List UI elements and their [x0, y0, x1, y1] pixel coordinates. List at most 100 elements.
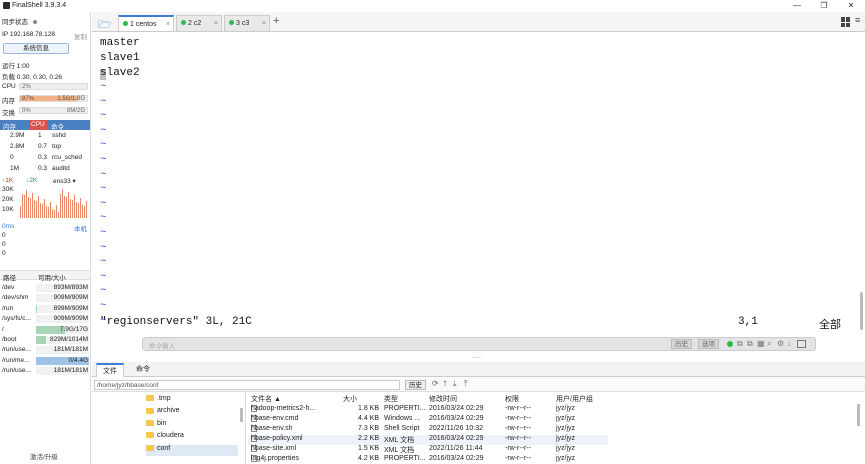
process-row[interactable]: 0 0.3 rcu_sched — [0, 154, 90, 164]
file-row[interactable]: hadoop-metrics2-h... 1.8 KB PROPERTI... 201… — [248, 405, 608, 415]
command-input[interactable]: 命令输入 — [149, 340, 175, 350]
net-traffic-bar — [34, 200, 35, 218]
col-name[interactable]: 文件名 ▲ — [251, 394, 281, 404]
close-window-button[interactable]: ✕ — [844, 1, 858, 11]
window-icon[interactable] — [797, 340, 806, 348]
options-button[interactable]: 选项 — [698, 339, 719, 349]
net-interface-select[interactable]: ens33 ▾ — [53, 177, 76, 185]
file-owner: jyz/jyz — [556, 435, 576, 442]
tree-folder[interactable]: bin — [146, 420, 238, 431]
upload-icon[interactable]: ⤒ — [464, 379, 468, 389]
proc-tab-mem[interactable]: 内存 — [3, 121, 16, 131]
tab-files[interactable]: 文件 — [96, 363, 124, 377]
file-size: 1.8 KB — [358, 405, 380, 412]
path-history-button[interactable]: 历史 — [405, 380, 426, 390]
file-modified: 2022/11/26 11:44 — [429, 445, 483, 452]
disk-size: 181M/181M — [53, 367, 88, 375]
process-row[interactable]: 2.9M 1 sshd — [0, 132, 90, 142]
disk-row[interactable]: /dev 893M/893M — [0, 283, 90, 293]
tab-session-3[interactable]: 3 c3 × — [224, 15, 270, 31]
download-icon[interactable]: ↓ — [787, 339, 791, 348]
disk-row[interactable]: / 7.9G/17G — [0, 325, 90, 335]
uptime: 运行 1:00 — [2, 63, 30, 70]
path-bar: /home/jyz/hbase/conf 历史 ⟳ ⭡ ⤓ ⤒ — [92, 378, 865, 392]
restore-button[interactable]: ❐ — [817, 1, 831, 11]
tab-close-icon[interactable]: × — [262, 16, 266, 31]
file-row[interactable]: hbase-env.cmd 4.4 KB Windows ... 2016/03/24… — [248, 415, 608, 425]
mem-label: 内存 — [2, 98, 15, 105]
tree-folder[interactable]: cloudera — [146, 432, 238, 443]
net-tick-0: 30K — [2, 186, 14, 193]
sysinfo-button[interactable]: 系统信息 — [3, 43, 69, 54]
file-row[interactable]: log4j.properties 4.2 KB PROPERTI... 2016/03… — [248, 455, 608, 464]
tab-session-1[interactable]: 1 centos × — [118, 15, 174, 31]
tree-folder[interactable]: .tmp — [146, 395, 238, 406]
disk-row[interactable]: /run/use... 181M/181M — [0, 345, 90, 355]
tree-folder[interactable]: conf — [146, 444, 238, 456]
disk-row[interactable]: /run/me... 0/4.4G — [0, 356, 90, 366]
file-row[interactable]: hbase-site.xml 1.5 KB XML 文档 2022/11/26 11:… — [248, 445, 608, 455]
net-upload: ↑1K — [2, 177, 14, 184]
file-row[interactable]: hbase-env.sh 7.3 KB Shell Script 2022/11/26… — [248, 425, 608, 435]
vim-tilde: ~ — [100, 81, 107, 93]
disk-row[interactable]: /boot 829M/1014M — [0, 335, 90, 345]
proc-tab-cpu[interactable]: CPU — [29, 120, 47, 130]
process-row[interactable]: 1M 0.3 auditd — [0, 165, 90, 175]
tab-close-icon[interactable]: × — [214, 16, 218, 31]
latency-row-0: 0 — [2, 232, 6, 239]
copy-icon[interactable]: ⧉ — [737, 339, 743, 349]
disk-row[interactable]: /sys/fs/c... 909M/909M — [0, 314, 90, 324]
duplicate-icon[interactable]: ⧉ — [747, 339, 753, 349]
net-traffic-bar — [74, 195, 75, 218]
file-type: Windows ... — [384, 415, 421, 422]
activate-link[interactable]: 激活/升级 — [30, 451, 58, 461]
folder-label: cloudera — [157, 432, 184, 440]
proc-cpu: 0.7 — [38, 143, 48, 150]
path-input[interactable]: /home/jyz/hbase/conf — [94, 380, 400, 390]
disk-row[interactable]: /dev/shm 909M/909M — [0, 293, 90, 303]
file-name: hadoop-metrics2-h... — [251, 405, 316, 412]
file-list-scrollbar[interactable] — [857, 404, 860, 426]
disk-path: / — [2, 325, 4, 333]
file-size: 1.5 KB — [358, 445, 380, 452]
download-icon[interactable]: ⤓ — [453, 379, 457, 389]
terminal-line: slave1 — [100, 52, 140, 64]
latency-row-1: 0 — [2, 241, 6, 248]
tab-session-2[interactable]: 2 c2 × — [176, 15, 222, 31]
col-permissions[interactable]: 权限 — [505, 394, 519, 404]
col-owner[interactable]: 用户/用户组 — [556, 394, 593, 404]
vim-tilde: ~ — [100, 168, 107, 181]
terminal-scrollbar[interactable] — [860, 292, 863, 330]
gear-icon[interactable]: ⚙ — [777, 339, 784, 348]
col-type[interactable]: 类型 — [384, 394, 398, 404]
history-button[interactable]: 历史 — [671, 339, 692, 349]
table-icon[interactable]: ▦ — [757, 339, 765, 348]
menu-icon[interactable]: ≡ — [855, 15, 860, 25]
terminal[interactable]: master slave1 slave2 ~ ~ ~ ~ ~ ~ ~ ~ ~ ~ ~ ~ ~ ~ ~ ~ ~ "… — [92, 33, 860, 333]
vim-tilde: ~ — [100, 183, 107, 196]
tab-close-icon[interactable]: × — [166, 17, 170, 32]
process-row[interactable]: 2.8M 0.7 top — [0, 143, 90, 153]
col-modified[interactable]: 修改时间 — [429, 394, 457, 404]
folder-label: conf — [157, 444, 171, 452]
disk-row[interactable]: /run/use... 181M/181M — [0, 366, 90, 376]
tree-folder[interactable]: archive — [146, 407, 238, 418]
file-owner: jyz/jyz — [556, 405, 576, 412]
proc-tab-cmd[interactable]: 命令 — [51, 121, 64, 131]
copy-ip-button[interactable]: 复制 — [74, 31, 87, 41]
sync-dot-icon — [32, 20, 37, 24]
col-size[interactable]: 大小 — [343, 394, 357, 404]
mem-percent: 87% — [22, 96, 35, 102]
grid-view-icon[interactable] — [841, 17, 851, 27]
splitter-handle[interactable]: ...... — [472, 354, 482, 360]
minimize-button[interactable]: — — [790, 1, 804, 11]
disk-row[interactable]: /run 899M/909M — [0, 304, 90, 314]
search-icon[interactable]: ⌕ — [767, 339, 771, 349]
file-row[interactable]: hbase-policy.xml 2.2 KB XML 文档 2016/03/24 0… — [248, 435, 608, 445]
status-icon[interactable] — [727, 341, 733, 347]
add-tab-button[interactable]: + — [273, 15, 279, 27]
up-dir-icon[interactable]: ⭡ — [443, 379, 447, 389]
tree-scrollbar[interactable] — [240, 408, 243, 422]
refresh-icon[interactable]: ⟳ — [432, 379, 439, 388]
tab-commands[interactable]: 命令 — [130, 363, 156, 377]
